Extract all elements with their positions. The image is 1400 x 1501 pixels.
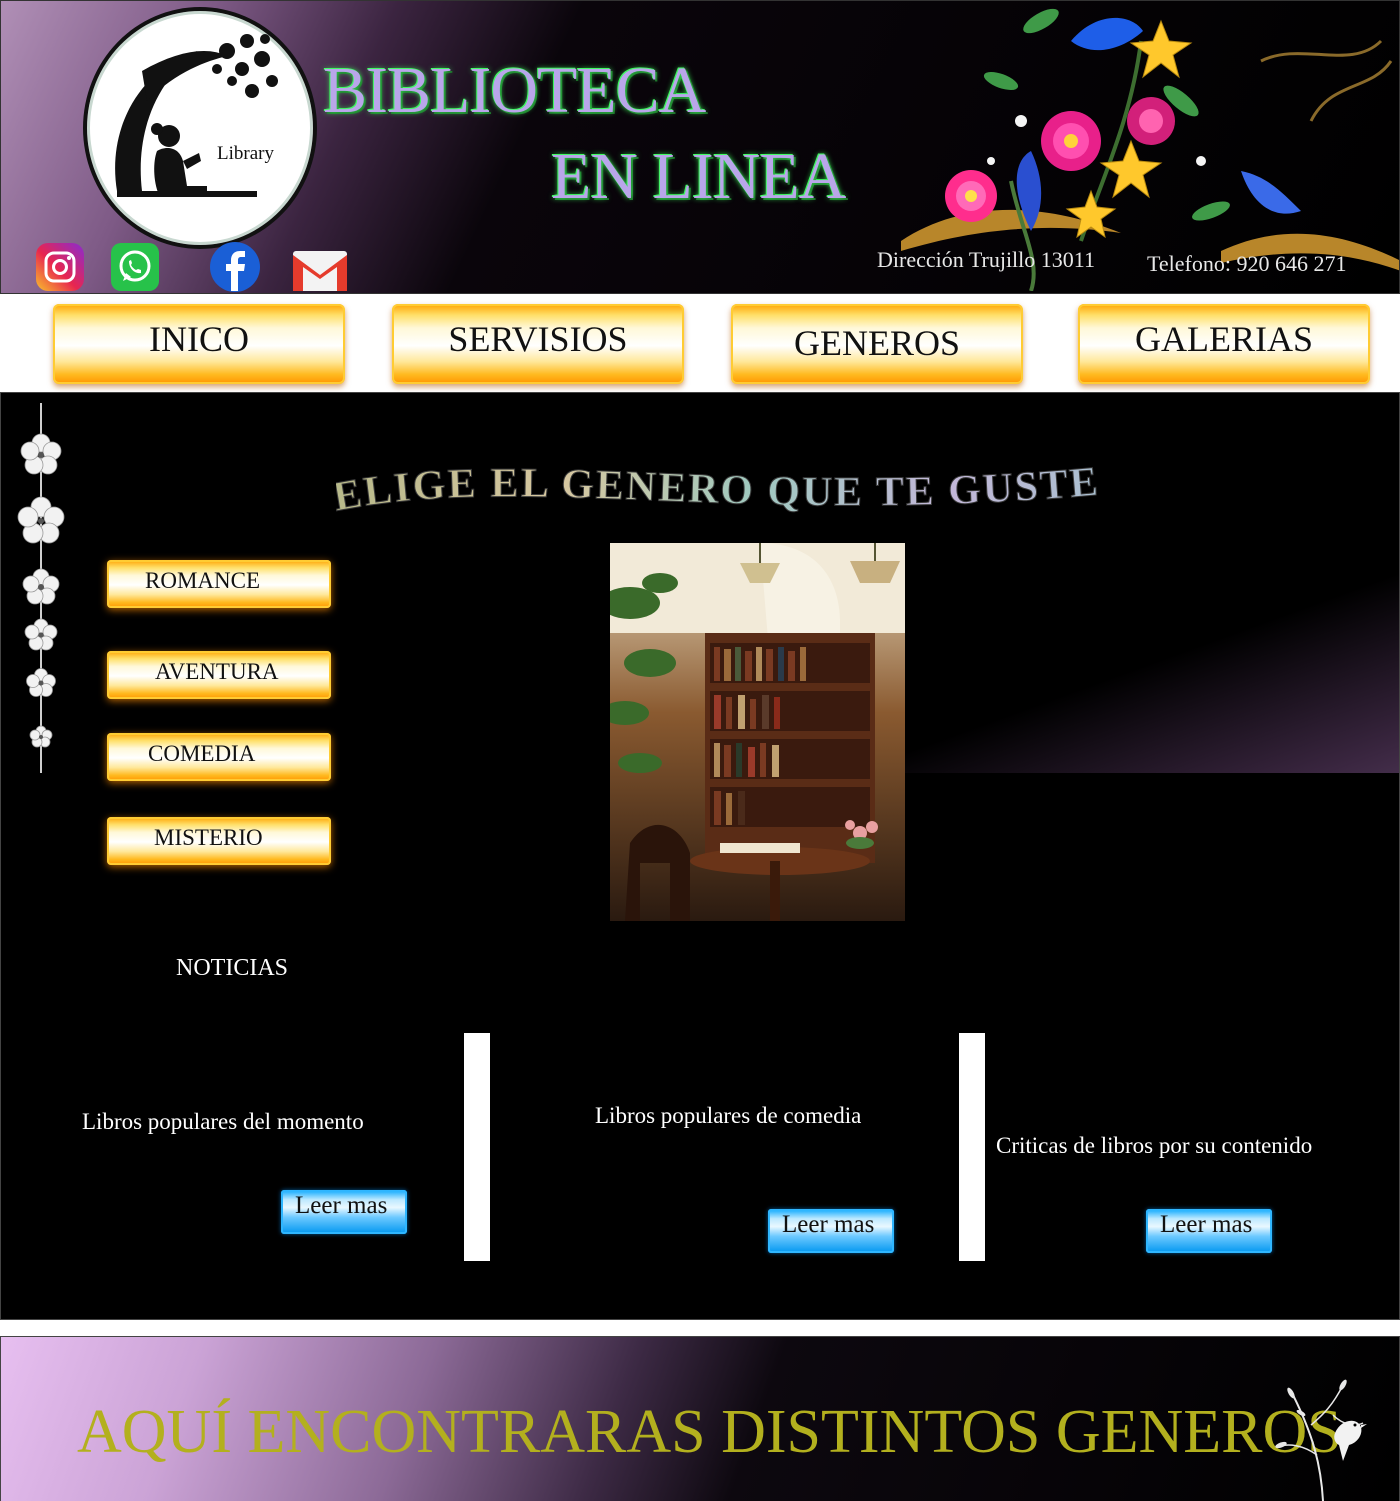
genre-comedia-label: COMEDIA [148, 741, 256, 766]
svg-text:ELIGE EL GENERO QUE TE GUSTE: ELIGE EL GENERO QUE TE GUSTE [336, 459, 1101, 521]
contact-address: Dirección Trujillo 13011 [877, 247, 1095, 272]
main-content: ELIGE EL GENERO QUE TE GUSTE ROMANCE AVE… [0, 392, 1400, 1320]
reading-girl-tree-icon [115, 34, 278, 197]
nav-inicio-button[interactable]: INICO [53, 304, 345, 384]
read-more-label: Leer mas [1160, 1211, 1253, 1238]
genre-misterio-button[interactable]: MISTERIO [107, 817, 331, 865]
news-item-text: Libros populares de comedia [595, 1103, 862, 1128]
headline-curved: ELIGE EL GENERO QUE TE GUSTE [336, 458, 1101, 521]
facebook-icon[interactable] [209, 241, 261, 293]
nav-inicio-label: INICO [149, 319, 249, 359]
nav-galerias-button[interactable]: GALERIAS [1078, 304, 1370, 384]
nav-servicios-label: SERVISIOS [448, 319, 628, 359]
bird-branch-icon [1275, 1379, 1367, 1501]
genre-aventura-button[interactable]: AVENTURA [107, 651, 331, 699]
site-title-line1: BIBLIOTECA [323, 54, 706, 127]
instagram-icon[interactable] [34, 241, 86, 293]
nav-galerias-label: GALERIAS [1135, 319, 1313, 359]
library-logo[interactable]: Library [83, 7, 317, 249]
news-item-text: Criticas de libros por su contenido [996, 1133, 1313, 1158]
footer-tagline: AQUÍ ENCONTRARAS DISTINTOS GENEROS [77, 1398, 1342, 1466]
library-illustration-image [610, 543, 905, 921]
flower-vine-icon [17, 403, 65, 773]
gmail-icon[interactable] [291, 247, 349, 293]
genre-romance-label: ROMANCE [145, 568, 261, 593]
nav-generos-label: GENEROS [793, 323, 960, 363]
read-more-button[interactable]: Leer mas [1146, 1209, 1272, 1253]
logo-label: Library [217, 143, 274, 164]
site-footer: AQUÍ ENCONTRARAS DISTINTOS GENEROS [0, 1336, 1400, 1501]
read-more-label: Leer mas [295, 1192, 388, 1219]
site-header: Library BIBLIOTECA EN LINEA Dirección Tr… [0, 0, 1400, 294]
contact-phone: Telefono: 920 646 271 [1147, 251, 1347, 276]
news-heading: NOTICIAS [176, 955, 288, 981]
news-divider [464, 1033, 490, 1261]
whatsapp-icon[interactable] [109, 241, 161, 293]
genre-romance-button[interactable]: ROMANCE [107, 560, 331, 608]
read-more-button[interactable]: Leer mas [281, 1190, 407, 1234]
nav-generos-button[interactable]: GENEROS [731, 304, 1023, 384]
read-more-button[interactable]: Leer mas [768, 1209, 894, 1253]
genre-comedia-button[interactable]: COMEDIA [107, 733, 331, 781]
nav-servicios-button[interactable]: SERVISIOS [392, 304, 684, 384]
headline-text: ELIGE EL GENERO QUE TE GUSTE [336, 458, 1100, 521]
genre-aventura-label: AVENTURA [155, 659, 279, 684]
site-title-line2: EN LINEA [551, 140, 846, 213]
genre-misterio-label: MISTERIO [154, 825, 263, 850]
news-item-text: Libros populares del momento [82, 1109, 364, 1134]
news-divider [959, 1033, 985, 1261]
read-more-label: Leer mas [782, 1211, 875, 1238]
